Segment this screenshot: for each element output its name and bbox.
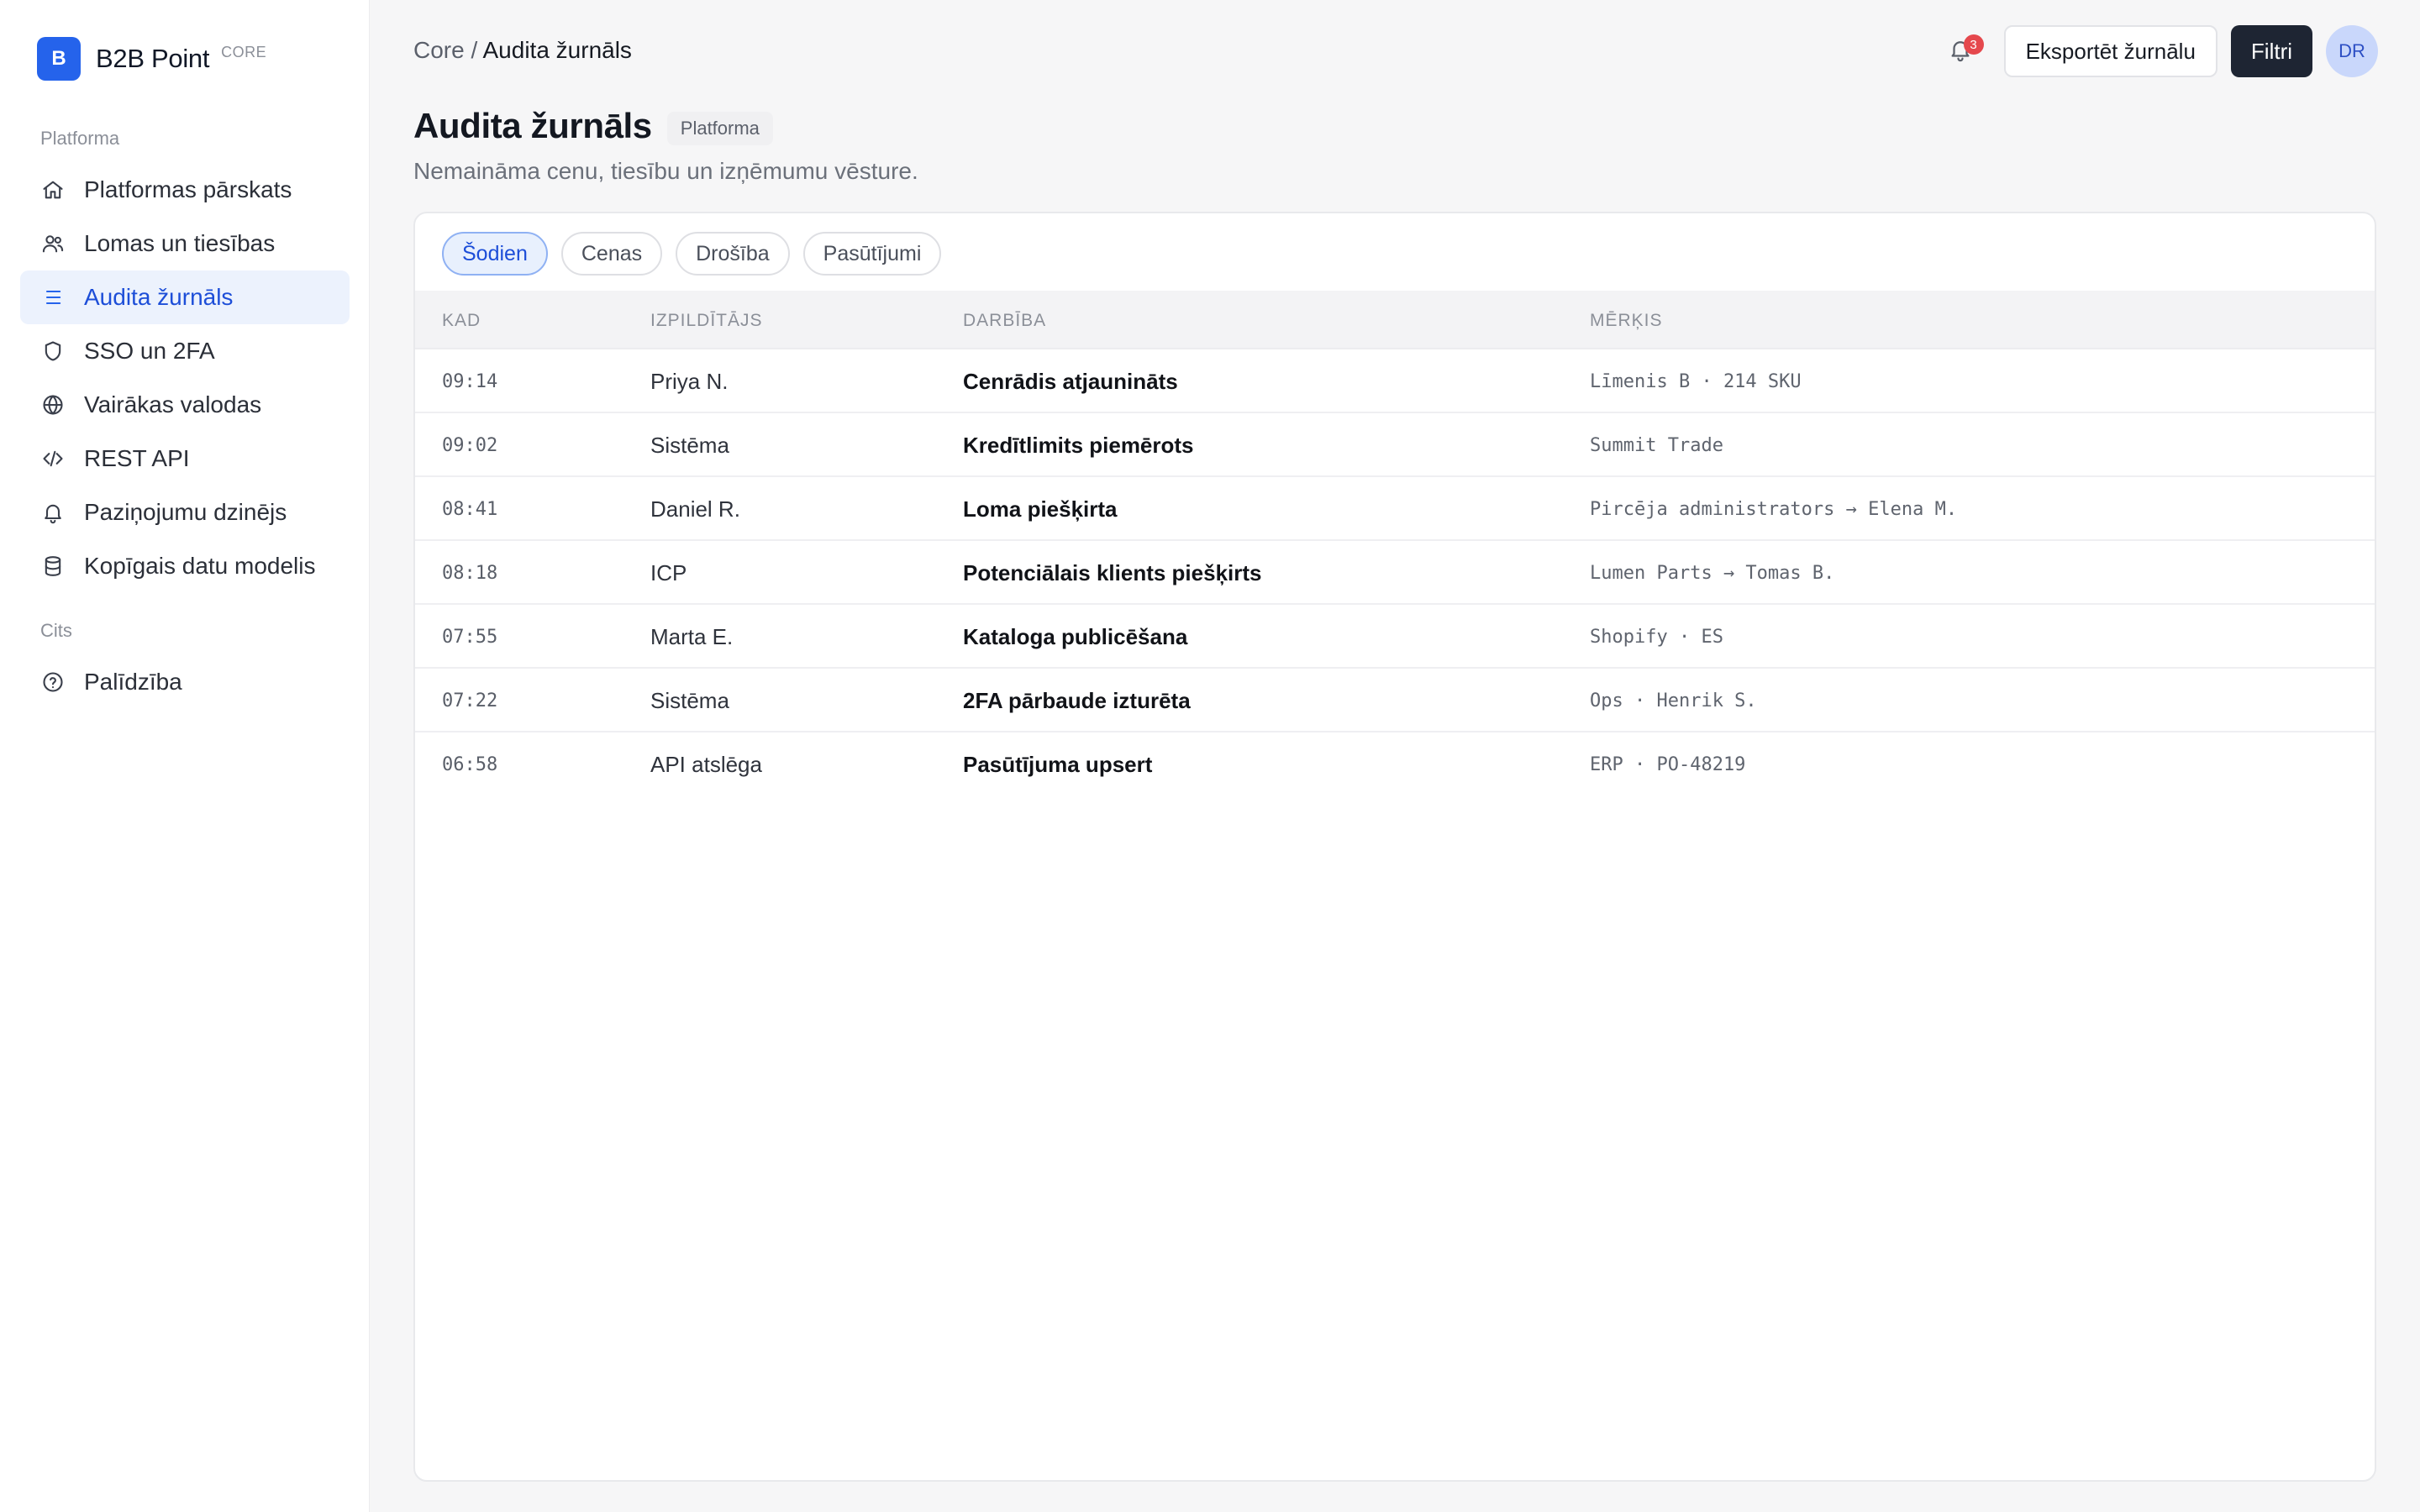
sidebar-item-help[interactable]: Palīdzība: [20, 655, 350, 709]
page-subtitle: Nemaināma cenu, tiesību un izņēmumu vēst…: [413, 158, 918, 184]
globe-icon: [40, 392, 66, 417]
users-icon: [40, 231, 66, 256]
notification-count-badge: 3: [1963, 34, 1984, 55]
cell-action: Loma piešķirta: [963, 496, 1118, 522]
cell-action: Potenciālais klients piešķirts: [963, 559, 1262, 585]
page-title-row: Audita žurnāls Platforma: [413, 106, 773, 146]
cell-target: Ops · Henrik S.: [1590, 690, 1757, 711]
help-circle-icon: [40, 669, 66, 695]
notifications-button[interactable]: 3: [1942, 33, 1984, 70]
sidebar-item-label: Vairākas valodas: [84, 391, 262, 417]
nav-list-platforma: Platformas pārskats Lomas un tiesības Au…: [20, 163, 350, 593]
brand-name: B2B Point: [96, 44, 210, 73]
cell-target: ERP · PO-48219: [1590, 753, 1746, 775]
sidebar-item-audit-log[interactable]: Audita žurnāls: [20, 270, 350, 324]
cell-actor: Priya N.: [650, 368, 729, 394]
sidebar-item-label: REST API: [84, 445, 190, 471]
sidebar-item-notification-engine[interactable]: Paziņojumu dzinējs: [20, 486, 350, 539]
cell-action: Kataloga publicēšana: [963, 623, 1188, 649]
shield-icon: [40, 339, 66, 364]
cell-action: Pasūtījuma upsert: [963, 751, 1153, 777]
sidebar: B B2B Point CORE Platforma Platformas pā…: [0, 0, 370, 1512]
audit-log-card: Šodien Cenas Drošība Pasūtījumi KAD IZPI…: [413, 212, 2376, 1482]
database-icon: [40, 554, 66, 579]
cell-target: Shopify · ES: [1590, 626, 1723, 648]
home-icon: [40, 177, 66, 202]
column-header-actor[interactable]: IZPILDĪTĀJS: [650, 311, 763, 331]
cell-time: 06:58: [442, 753, 498, 775]
scope-badge: Platforma: [666, 112, 773, 145]
table-row[interactable]: 07:22 Sistēma 2FA pārbaude izturēta Ops …: [415, 669, 2375, 732]
sidebar-item-label: SSO un 2FA: [84, 338, 215, 364]
cell-actor: Daniel R.: [650, 496, 740, 522]
sidebar-item-label: Paziņojumu dzinējs: [84, 499, 287, 525]
cell-target: Summit Trade: [1590, 434, 1723, 456]
code-icon: [40, 446, 66, 471]
list-icon: [40, 285, 66, 310]
cell-target: Lumen Parts → Tomas B.: [1590, 562, 1835, 584]
brand[interactable]: B B2B Point CORE: [37, 37, 266, 81]
table-row[interactable]: 08:41 Daniel R. Loma piešķirta Pircēja a…: [415, 477, 2375, 541]
column-header-target[interactable]: MĒRĶIS: [1590, 311, 1663, 331]
nav-list-cits: Palīdzība: [20, 655, 350, 709]
cell-actor: Sistēma: [650, 432, 729, 458]
filters-button[interactable]: Filtri: [2230, 25, 2312, 77]
breadcrumb: Core / Audita žurnāls: [413, 37, 632, 64]
nav-section-label-cits: Cits: [40, 620, 72, 641]
sidebar-item-data-model[interactable]: Kopīgais datu modelis: [20, 539, 350, 593]
chip-security[interactable]: Drošība: [676, 232, 790, 276]
cell-time: 09:14: [442, 370, 498, 392]
cell-actor: API atslēga: [650, 751, 762, 777]
cell-time: 07:55: [442, 626, 498, 648]
cell-action: Kredītlimits piemērots: [963, 432, 1194, 458]
brand-logo: B: [37, 37, 81, 81]
breadcrumb-root[interactable]: Core: [413, 37, 465, 63]
cell-action: Cenrādis atjaunināts: [963, 368, 1178, 394]
bell-icon: [40, 500, 66, 525]
avatar[interactable]: DR: [2326, 25, 2378, 77]
column-header-time[interactable]: KAD: [442, 311, 481, 331]
cell-time: 08:18: [442, 562, 498, 584]
breadcrumb-current: Audita žurnāls: [482, 37, 632, 63]
chip-orders[interactable]: Pasūtījumi: [802, 232, 942, 276]
sidebar-item-roles[interactable]: Lomas un tiesības: [20, 217, 350, 270]
sidebar-item-languages[interactable]: Vairākas valodas: [20, 378, 350, 432]
nav-section-label-platforma: Platforma: [40, 128, 120, 149]
table-body: 09:14 Priya N. Cenrādis atjaunināts Līme…: [415, 349, 2375, 796]
sidebar-item-platform-overview[interactable]: Platformas pārskats: [20, 163, 350, 217]
sidebar-item-rest-api[interactable]: REST API: [20, 432, 350, 486]
chip-today[interactable]: Šodien: [442, 232, 548, 276]
cell-target: Pircēja administrators → Elena M.: [1590, 498, 1958, 520]
table-row[interactable]: 09:14 Priya N. Cenrādis atjaunināts Līme…: [415, 349, 2375, 413]
table-header: KAD IZPILDĪTĀJS DARBĪBA MĒRĶIS: [415, 291, 2375, 349]
sidebar-item-label: Palīdzība: [84, 669, 182, 695]
cell-time: 09:02: [442, 434, 498, 456]
table-row[interactable]: 09:02 Sistēma Kredītlimits piemērots Sum…: [415, 413, 2375, 477]
cell-time: 07:22: [442, 690, 498, 711]
cell-actor: Sistēma: [650, 687, 729, 713]
sidebar-item-label: Audita žurnāls: [84, 284, 234, 310]
cell-action: 2FA pārbaude izturēta: [963, 687, 1191, 713]
cell-actor: Marta E.: [650, 623, 734, 649]
table-row[interactable]: 07:55 Marta E. Kataloga publicēšana Shop…: [415, 605, 2375, 669]
table-row[interactable]: 06:58 API atslēga Pasūtījuma upsert ERP …: [415, 732, 2375, 796]
filter-chips: Šodien Cenas Drošība Pasūtījumi: [442, 232, 955, 276]
cell-time: 08:41: [442, 498, 498, 520]
brand-tag: CORE: [221, 43, 267, 60]
export-log-button[interactable]: Eksportēt žurnālu: [2003, 25, 2217, 77]
sidebar-item-label: Lomas un tiesības: [84, 230, 276, 256]
column-header-action[interactable]: DARBĪBA: [963, 311, 1046, 331]
breadcrumb-separator: /: [471, 37, 478, 63]
page-title: Audita žurnāls: [413, 106, 652, 145]
top-actions: 3 Eksportēt žurnālu Filtri DR: [1942, 25, 2378, 77]
sidebar-item-label: Platformas pārskats: [84, 176, 292, 202]
sidebar-item-label: Kopīgais datu modelis: [84, 553, 316, 579]
table-row[interactable]: 08:18 ICP Potenciālais klients piešķirts…: [415, 541, 2375, 605]
cell-actor: ICP: [650, 559, 687, 585]
sidebar-item-sso-2fa[interactable]: SSO un 2FA: [20, 324, 350, 378]
cell-target: Līmenis B · 214 SKU: [1590, 370, 1802, 392]
chip-prices[interactable]: Cenas: [560, 232, 663, 276]
